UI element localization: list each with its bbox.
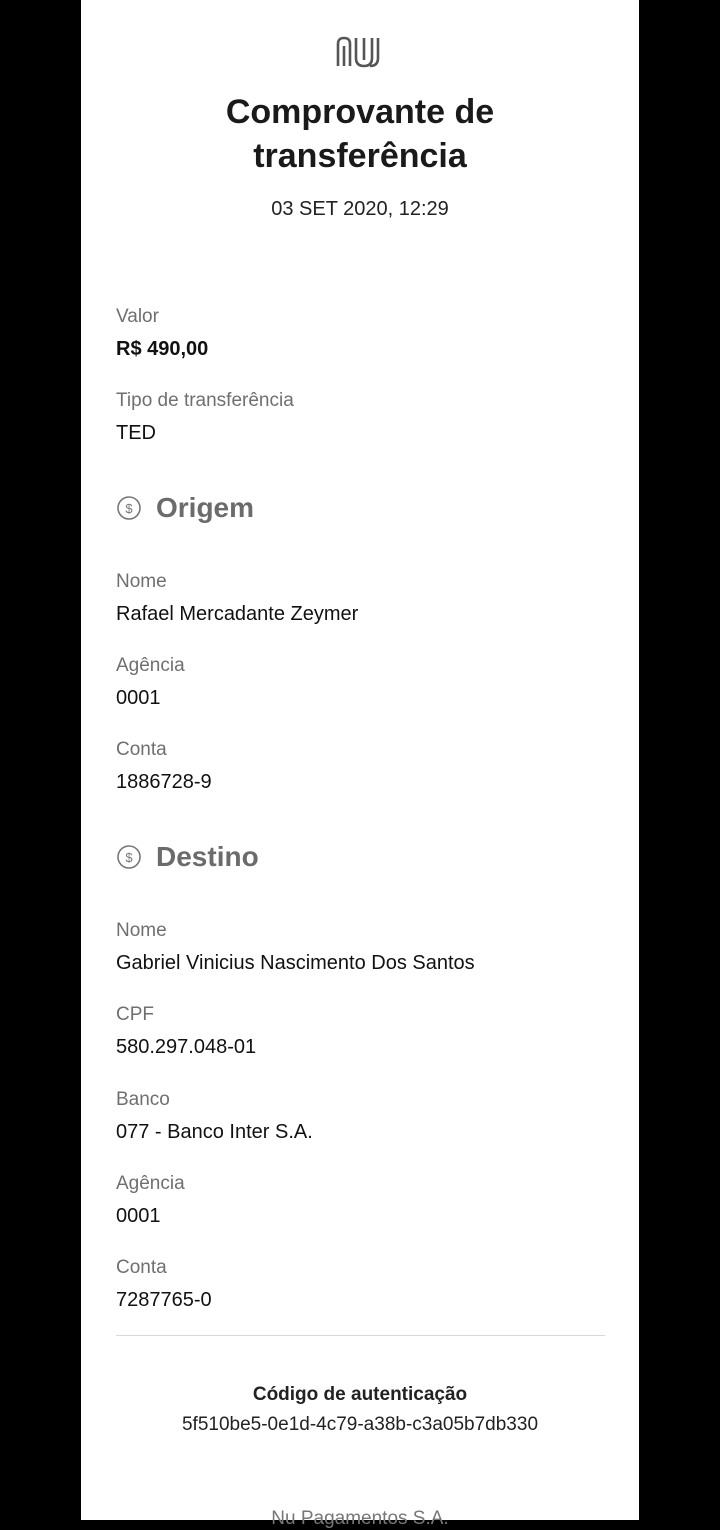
destino-banco-label: Banco (116, 1089, 170, 1110)
origem-agencia-value: 0001 (116, 687, 161, 709)
tipo-value: TED (116, 422, 156, 444)
valor-field: Valor R$ 490,00 (116, 305, 208, 361)
money-icon: $ (117, 845, 141, 869)
valor-value: R$ 490,00 (116, 338, 209, 360)
origem-conta-value: 1886728-9 (116, 771, 212, 793)
transfer-date: 03 SET 2020, 12:29 (271, 198, 449, 220)
svg-text:$: $ (125, 501, 133, 516)
destino-cpf-label: CPF (116, 1004, 154, 1025)
destino-conta-label: Conta (116, 1257, 167, 1278)
valor-label: Valor (116, 306, 159, 327)
svg-text:$: $ (125, 850, 133, 865)
origem-conta-field: Conta 1886728-9 (116, 738, 212, 794)
page-title: Comprovante de transferência (81, 90, 639, 178)
destino-nome-field: Nome Gabriel Vinicius Nascimento Dos San… (116, 919, 475, 975)
origem-agencia-label: Agência (116, 655, 185, 676)
auth-code-value: 5f510be5-0e1d-4c79-a38b-c3a05b7db330 (181, 1414, 539, 1435)
section-destino: $ Destino (116, 841, 259, 873)
section-origem-title: Origem (156, 492, 255, 523)
page-title-line-2: transferência (253, 137, 467, 175)
divider (116, 1335, 605, 1336)
auth-code-label: Código de autenticação (252, 1384, 468, 1405)
destino-banco-value: 077 - Banco Inter S.A. (116, 1121, 313, 1143)
destino-cpf-field: CPF 580.297.048-01 (116, 1003, 256, 1059)
nubank-logo-icon (336, 36, 380, 68)
origem-nome-value: Rafael Mercadante Zeymer (116, 603, 359, 625)
section-destino-title: Destino (156, 841, 259, 872)
footer-company: Nu Pagamentos S.A. (271, 1508, 449, 1529)
destino-nome-label: Nome (116, 920, 167, 941)
destino-banco-field: Banco 077 - Banco Inter S.A. (116, 1088, 313, 1144)
destino-agencia-label: Agência (116, 1173, 185, 1194)
origem-conta-label: Conta (116, 739, 167, 760)
origem-agencia-field: Agência 0001 (116, 654, 185, 710)
origem-nome-label: Nome (116, 571, 167, 592)
tipo-field: Tipo de transferência TED (116, 389, 294, 445)
destino-cpf-value: 580.297.048-01 (116, 1036, 257, 1058)
destino-conta-field: Conta 7287765-0 (116, 1256, 212, 1312)
destino-conta-value: 7287765-0 (116, 1289, 212, 1311)
origem-nome-field: Nome Rafael Mercadante Zeymer (116, 570, 358, 626)
destino-agencia-field: Agência 0001 (116, 1172, 185, 1228)
destino-nome-value: Gabriel Vinicius Nascimento Dos Santos (116, 952, 475, 974)
destino-agencia-value: 0001 (116, 1205, 161, 1227)
section-origem: $ Origem (116, 492, 254, 524)
tipo-label: Tipo de transferência (116, 390, 294, 411)
money-icon: $ (117, 496, 141, 520)
page-title-line-1: Comprovante de (225, 93, 495, 131)
